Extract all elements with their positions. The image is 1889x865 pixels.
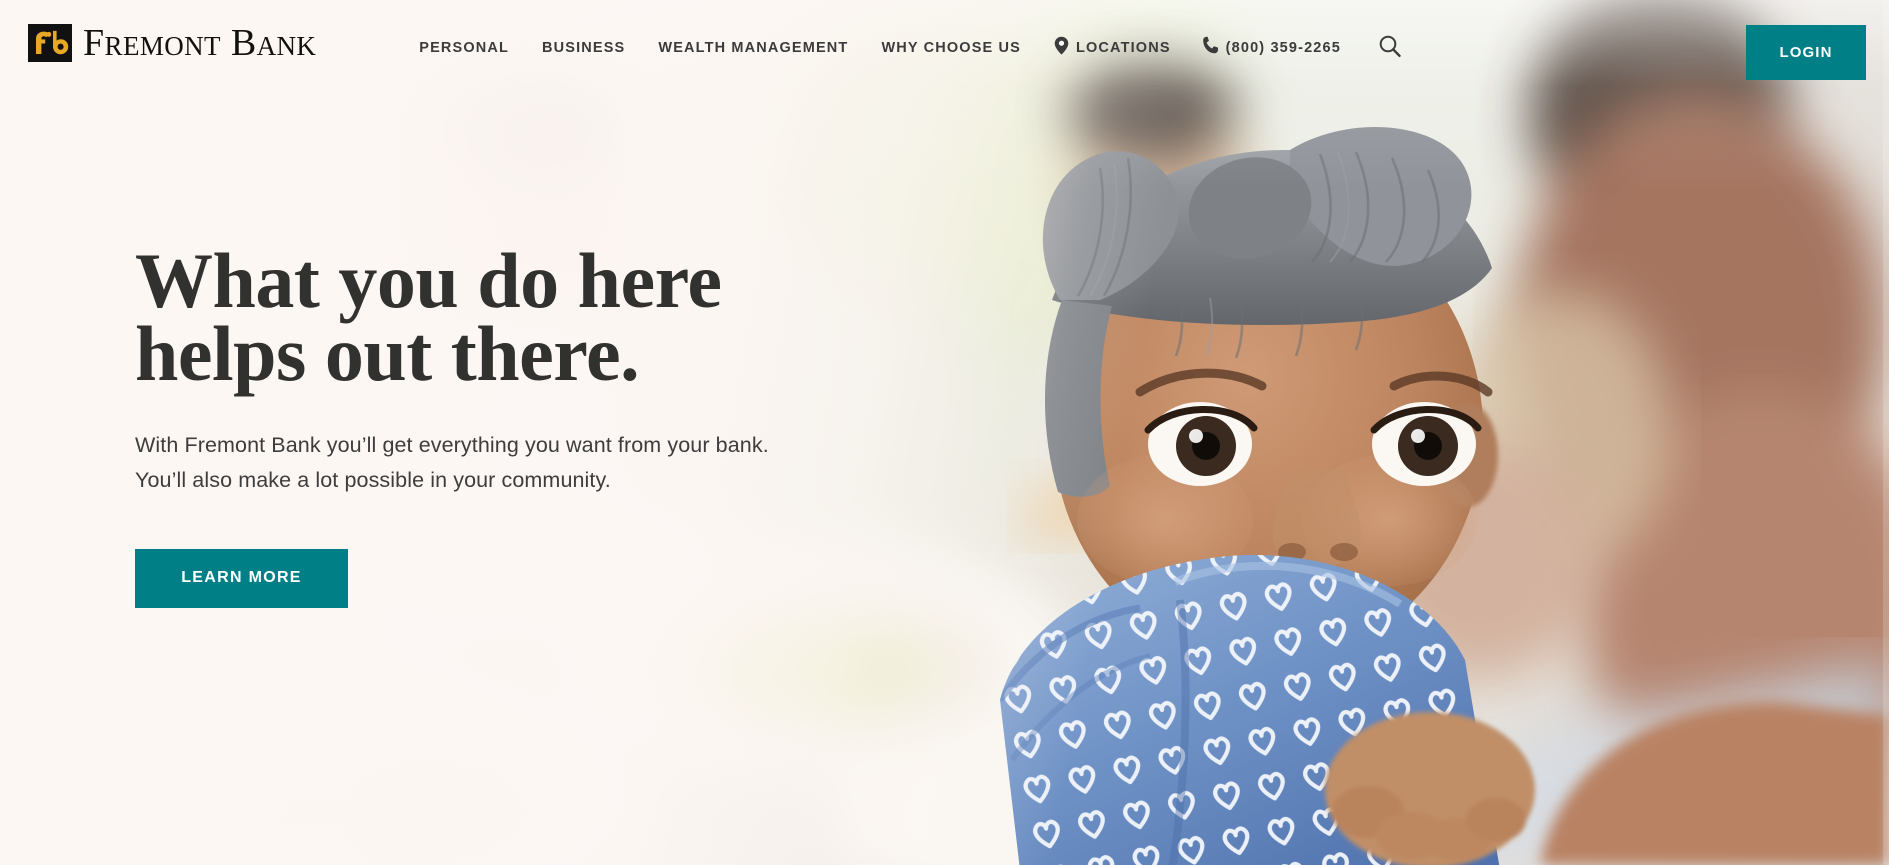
login-button[interactable]: LOGIN bbox=[1746, 25, 1866, 80]
hero-headline: What you do here helps out there. bbox=[135, 242, 835, 393]
learn-more-button[interactable]: LEARN MORE bbox=[135, 548, 348, 608]
nav-item-business[interactable]: BUSINESS bbox=[542, 34, 625, 62]
nav-item-personal[interactable]: PERSONAL bbox=[419, 34, 509, 62]
map-pin-icon bbox=[1054, 36, 1069, 60]
logo-wordmark: Fremont Bank bbox=[83, 22, 317, 64]
vertical-scrollbar[interactable] bbox=[1883, 0, 1889, 865]
hero-subtitle: With Fremont Bank you’ll get everything … bbox=[135, 433, 769, 492]
nav-item-phone[interactable]: (800) 359-2265 bbox=[1202, 34, 1341, 62]
search-icon bbox=[1378, 34, 1402, 61]
hero-section: What you do here helps out there. With F… bbox=[135, 242, 935, 608]
fremont-bank-fb-monogram-icon bbox=[28, 24, 72, 62]
hero-headline-line-2: helps out there. bbox=[135, 309, 640, 397]
phone-icon bbox=[1202, 36, 1219, 59]
nav-item-locations[interactable]: LOCATIONS bbox=[1054, 34, 1171, 62]
nav-item-phone-label: (800) 359-2265 bbox=[1225, 39, 1341, 56]
search-icon-button[interactable] bbox=[1374, 30, 1406, 65]
primary-navigation: PERSONAL BUSINESS WEALTH MANAGEMENT WHY … bbox=[419, 30, 1889, 65]
page-root: Fremont Bank PERSONAL BUSINESS WEALTH MA… bbox=[0, 0, 1889, 865]
nav-item-locations-label: LOCATIONS bbox=[1076, 39, 1171, 56]
nav-item-wealth-management[interactable]: WEALTH MANAGEMENT bbox=[658, 34, 848, 62]
site-header: Fremont Bank PERSONAL BUSINESS WEALTH MA… bbox=[0, 0, 1889, 90]
logo-home-link[interactable]: Fremont Bank bbox=[28, 24, 316, 62]
nav-item-why-choose-us[interactable]: WHY CHOOSE US bbox=[881, 34, 1021, 62]
